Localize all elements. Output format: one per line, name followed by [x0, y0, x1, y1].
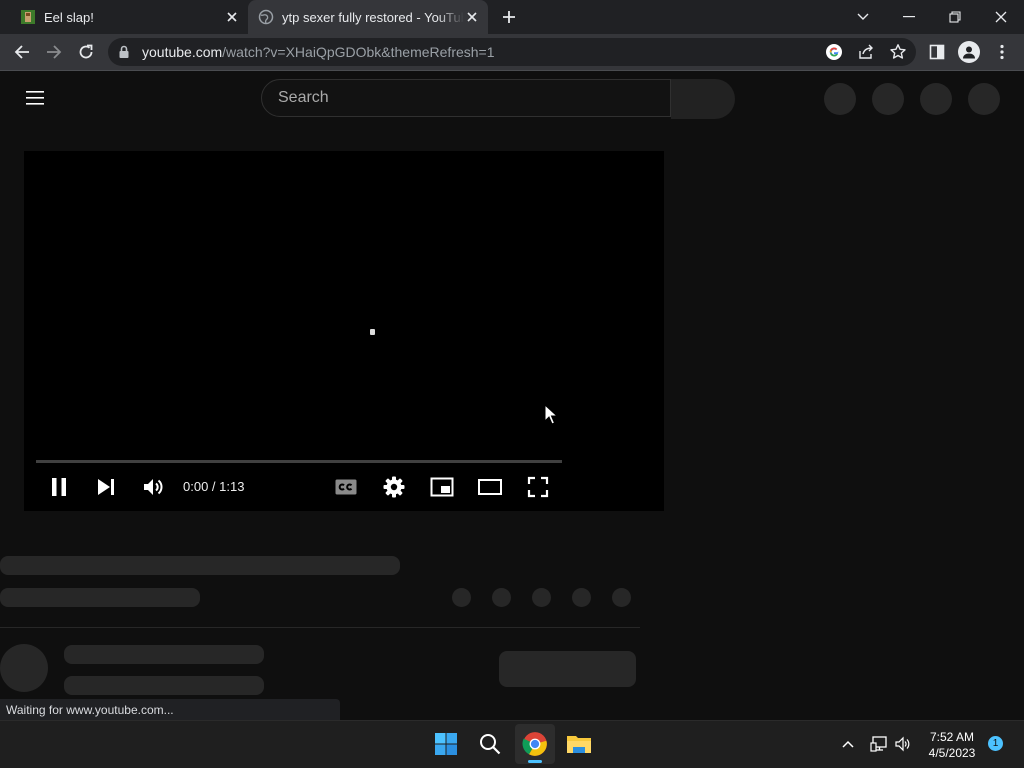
subtitle-skeleton — [0, 588, 200, 607]
forward-button[interactable] — [42, 40, 66, 64]
subscribe-button-skeleton — [499, 651, 636, 687]
tab-title: ytp sexer fully restored - YouTube — [282, 9, 464, 25]
toolbar-divider — [0, 70, 1024, 71]
new-tab-button[interactable] — [498, 7, 520, 27]
active-app-indicator — [528, 760, 542, 763]
share-icon[interactable] — [857, 43, 875, 61]
url-text[interactable]: youtube.com/watch?v=XHaiQpGDObk&themeRef… — [142, 43, 495, 61]
eel-slap-favicon — [20, 9, 36, 25]
clock-time: 7:52 AM — [929, 730, 975, 744]
search-button[interactable] — [671, 79, 735, 119]
tab-title: Eel slap! — [44, 9, 94, 25]
hamburger-menu-icon[interactable] — [24, 88, 48, 108]
avatar-placeholder[interactable] — [968, 83, 1000, 115]
action-skeleton — [532, 588, 551, 607]
profile-avatar[interactable] — [958, 41, 980, 63]
time-display: 0:00 / 1:13 — [183, 479, 245, 494]
pause-icon[interactable] — [48, 475, 72, 499]
clock-date: 4/5/2023 — [928, 746, 976, 760]
restore-button[interactable] — [942, 7, 968, 27]
url-path: /watch?v=XHaiQpGDObk&themeRefresh=1 — [222, 44, 495, 60]
captions-icon[interactable] — [334, 475, 358, 499]
action-skeleton — [492, 588, 511, 607]
arrow-left-icon — [14, 45, 29, 59]
more-menu-icon[interactable] — [996, 43, 1008, 61]
chevron-up-icon[interactable] — [840, 736, 856, 752]
title-skeleton — [0, 556, 400, 575]
action-skeleton — [452, 588, 471, 607]
miniplayer-icon[interactable] — [430, 475, 454, 499]
arrow-right-icon — [47, 45, 62, 59]
file-explorer-icon — [567, 736, 591, 753]
system-clock[interactable]: 7:52 AM 4/5/2023 — [920, 729, 984, 761]
restore-icon — [949, 11, 961, 23]
network-icon[interactable] — [870, 735, 888, 753]
header-icon-placeholder[interactable] — [872, 83, 904, 115]
settings-gear-icon[interactable] — [382, 475, 406, 499]
chevron-down-icon — [857, 13, 869, 20]
channel-info-skeleton — [64, 676, 264, 695]
divider — [0, 627, 640, 628]
person-icon — [963, 46, 975, 59]
close-window-button[interactable] — [988, 7, 1014, 27]
search-placeholder: Search — [278, 89, 329, 106]
reload-button[interactable] — [74, 40, 98, 64]
tab-eel-slap[interactable]: Eel slap! — [10, 0, 246, 34]
header-icon-placeholder[interactable] — [824, 83, 856, 115]
taskbar-chrome-button[interactable] — [515, 724, 555, 764]
url-host: youtube.com — [142, 44, 223, 60]
mouse-cursor-icon — [544, 404, 558, 426]
minimize-button[interactable] — [896, 7, 922, 27]
search-icon — [480, 734, 501, 755]
taskbar-file-explorer-button[interactable] — [559, 724, 599, 764]
reload-icon — [79, 44, 93, 59]
lock-icon[interactable] — [118, 44, 130, 60]
close-tab-icon[interactable] — [464, 9, 480, 25]
video-player[interactable] — [24, 151, 664, 511]
status-text: Waiting for www.youtube.com... — [6, 703, 174, 717]
globe-icon — [258, 9, 274, 25]
notification-badge[interactable]: 1 — [988, 736, 1003, 751]
close-icon — [995, 11, 1007, 23]
progress-bar[interactable] — [36, 460, 562, 463]
side-panel-icon[interactable] — [928, 43, 946, 61]
start-button[interactable] — [426, 724, 466, 764]
next-icon[interactable] — [94, 475, 118, 499]
plus-icon — [503, 11, 515, 23]
fullscreen-icon[interactable] — [526, 475, 550, 499]
channel-avatar-skeleton — [0, 644, 48, 692]
close-tab-icon[interactable] — [224, 9, 240, 25]
volume-icon[interactable] — [141, 475, 165, 499]
minimize-icon — [903, 16, 915, 18]
windows-start-icon — [435, 733, 457, 755]
action-skeleton — [612, 588, 631, 607]
bookmark-star-icon[interactable] — [889, 43, 907, 61]
google-lens-icon[interactable] — [825, 43, 843, 61]
tab-search-button[interactable] — [852, 7, 874, 27]
speaker-icon[interactable] — [894, 735, 912, 753]
theater-mode-icon[interactable] — [478, 475, 502, 499]
back-button[interactable] — [10, 40, 34, 64]
tab-youtube-video[interactable]: ytp sexer fully restored - YouTube — [248, 0, 488, 34]
header-icon-placeholder[interactable] — [920, 83, 952, 115]
loading-spinner — [370, 329, 375, 335]
chrome-icon — [522, 732, 547, 756]
channel-name-skeleton — [64, 645, 264, 664]
action-skeleton — [572, 588, 591, 607]
taskbar-search-button[interactable] — [470, 724, 510, 764]
